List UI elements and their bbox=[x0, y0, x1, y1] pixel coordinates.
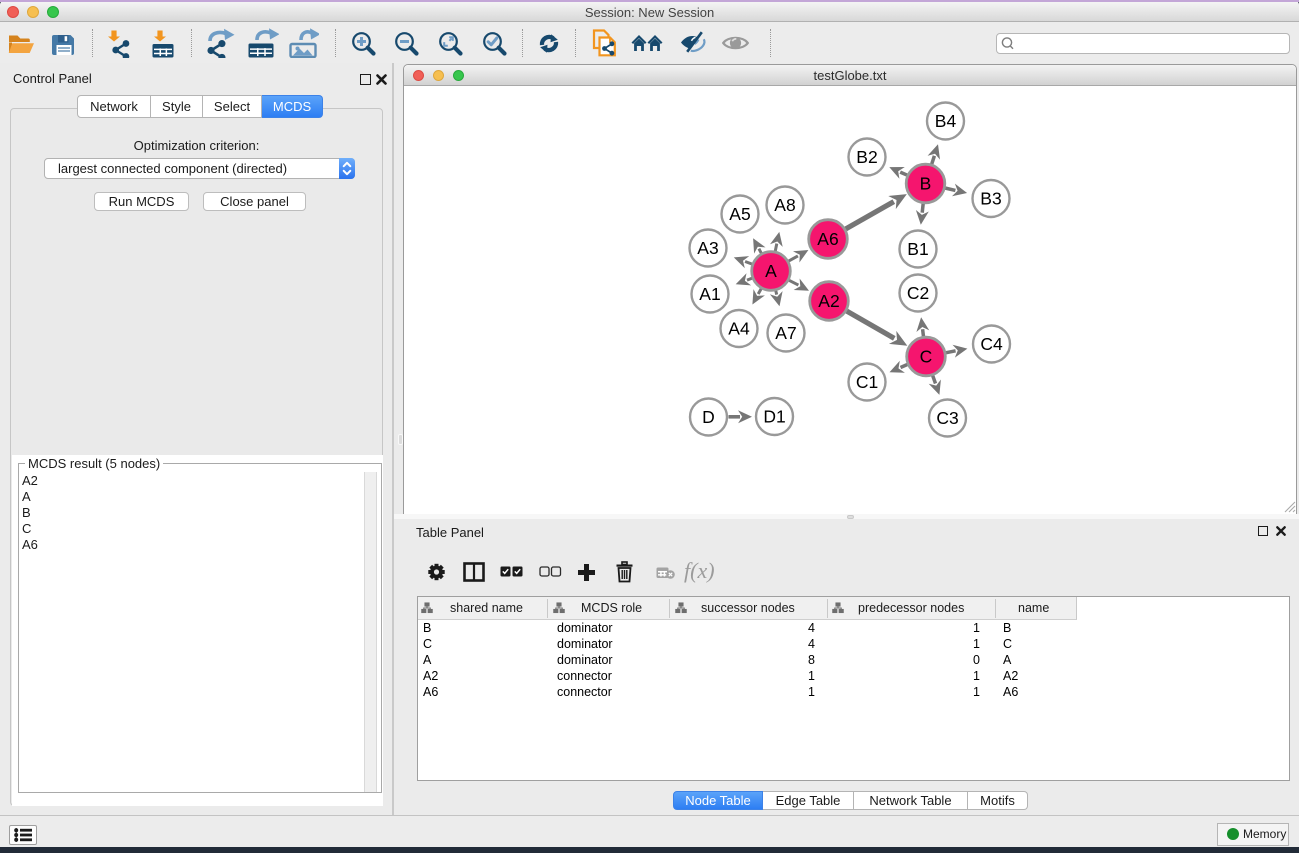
svg-text:A7: A7 bbox=[775, 323, 796, 343]
svg-text:C1: C1 bbox=[856, 372, 878, 392]
svg-text:B1: B1 bbox=[907, 239, 928, 259]
svg-text:A2: A2 bbox=[818, 291, 839, 311]
svg-text:B2: B2 bbox=[856, 147, 877, 167]
svg-text:C4: C4 bbox=[980, 334, 1003, 354]
svg-text:A: A bbox=[765, 261, 777, 281]
svg-text:A8: A8 bbox=[774, 195, 795, 215]
svg-text:C3: C3 bbox=[936, 408, 958, 428]
svg-text:C: C bbox=[920, 347, 933, 367]
svg-text:B4: B4 bbox=[935, 111, 957, 131]
svg-text:A4: A4 bbox=[728, 319, 750, 339]
svg-text:A3: A3 bbox=[697, 238, 718, 258]
svg-text:B: B bbox=[920, 174, 932, 194]
svg-text:A5: A5 bbox=[729, 204, 750, 224]
svg-text:C2: C2 bbox=[907, 283, 929, 303]
svg-text:B3: B3 bbox=[980, 189, 1001, 209]
svg-text:A6: A6 bbox=[817, 229, 838, 249]
svg-text:A1: A1 bbox=[699, 284, 720, 304]
svg-text:D1: D1 bbox=[763, 407, 785, 427]
svg-text:D: D bbox=[702, 407, 715, 427]
